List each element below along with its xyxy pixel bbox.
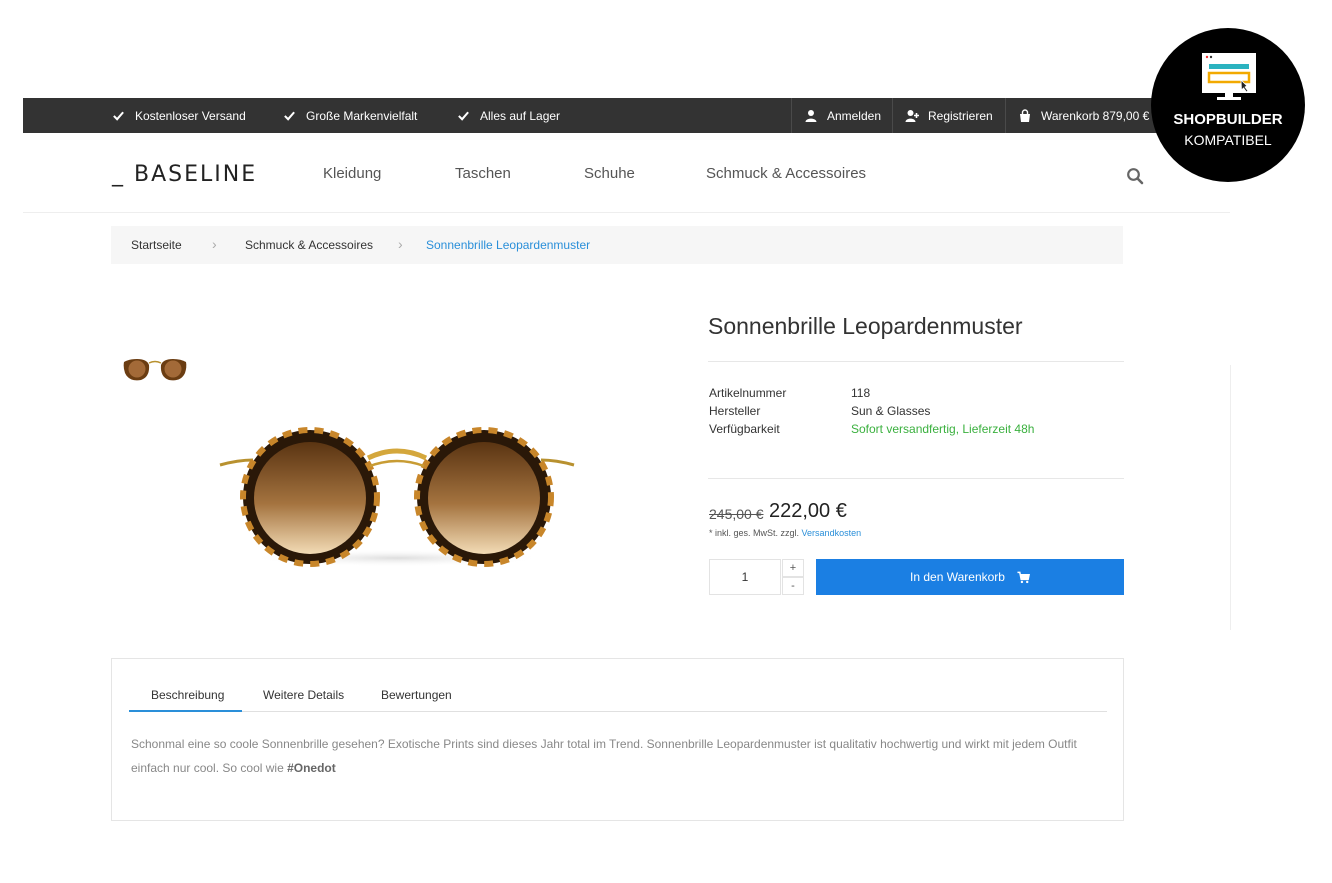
user-plus-icon xyxy=(905,109,919,122)
tax-note-text: * inkl. ges. MwSt. zzgl. xyxy=(709,528,800,538)
breadcrumb-home[interactable]: Startseite xyxy=(131,226,182,264)
add-to-cart-label: In den Warenkorb xyxy=(910,570,1005,584)
property-value: Sun & Glasses xyxy=(851,404,931,418)
login-label: Anmelden xyxy=(826,108,881,123)
shipping-costs-link[interactable]: Versandkosten xyxy=(802,528,862,538)
property-label: Artikelnummer xyxy=(709,386,787,400)
divider xyxy=(708,478,1124,479)
logo[interactable]: _ BASELINE xyxy=(112,162,257,187)
check-icon xyxy=(113,111,124,121)
product-thumbnail[interactable] xyxy=(113,335,197,397)
nav-item-schmuck-accessoires[interactable]: Schmuck & Accessoires xyxy=(706,165,866,182)
product-title: Sonnenbrille Leopardenmuster xyxy=(708,313,1023,339)
usp-free-shipping: Kostenloser Versand xyxy=(112,98,246,133)
price: 222,00 € xyxy=(769,500,847,522)
description-text: Schonmal eine so coole Sonnenbrille gese… xyxy=(131,737,1077,775)
property-label: Verfügbarkeit xyxy=(709,422,780,436)
active-tab-indicator xyxy=(129,710,242,712)
tab-weitere-details[interactable]: Weitere Details xyxy=(263,688,344,702)
breadcrumb: Startseite › Schmuck & Accessoires › Son… xyxy=(111,226,1123,264)
product-description: Schonmal eine so coole Sonnenbrille gese… xyxy=(131,732,1107,780)
property-value: 118 xyxy=(851,386,871,400)
usp-label: Alles auf Lager xyxy=(480,108,561,123)
quantity-increase-button[interactable]: + xyxy=(782,559,804,577)
tab-divider xyxy=(129,711,1107,712)
browser-window-icon xyxy=(1202,53,1256,100)
nav-item-schuhe[interactable]: Schuhe xyxy=(584,165,635,182)
cart-link[interactable]: Warenkorb 879,00 € xyxy=(1005,98,1165,133)
description-tag: #Onedot xyxy=(287,761,336,775)
user-icon xyxy=(805,109,817,122)
usp-in-stock: Alles auf Lager xyxy=(457,98,560,133)
check-icon xyxy=(458,111,469,121)
usp-label: Kostenloser Versand xyxy=(135,108,246,123)
old-price: 245,00 € xyxy=(709,506,764,522)
breadcrumb-current: Sonnenbrille Leopardenmuster xyxy=(426,238,591,252)
top-bar: Kostenloser Versand Große Markenvielfalt… xyxy=(23,98,1230,133)
cart-label: Warenkorb 879,00 € xyxy=(1041,108,1150,123)
property-label: Hersteller xyxy=(709,404,761,418)
divider xyxy=(708,361,1124,362)
usp-label: Große Markenvielfalt xyxy=(306,108,418,123)
search-icon[interactable] xyxy=(1126,167,1144,185)
tab-bewertungen[interactable]: Bewertungen xyxy=(381,688,452,702)
quantity-decrease-button[interactable]: - xyxy=(782,577,804,595)
nav-item-kleidung[interactable]: Kleidung xyxy=(323,165,381,182)
register-link[interactable]: Registrieren xyxy=(892,98,1006,133)
nav-item-taschen[interactable]: Taschen xyxy=(455,165,511,182)
check-icon xyxy=(284,111,295,121)
badge-subtitle: KOMPATIBEL xyxy=(1184,132,1272,148)
availability-value: Sofort versandfertig, Lieferzeit 48h xyxy=(851,422,1035,436)
tab-beschreibung[interactable]: Beschreibung xyxy=(151,688,224,702)
breadcrumb-category[interactable]: Schmuck & Accessoires xyxy=(245,226,373,264)
login-link[interactable]: Anmelden xyxy=(791,98,893,133)
register-label: Registrieren xyxy=(928,108,993,123)
divider xyxy=(1230,365,1231,630)
usp-brand-variety: Große Markenvielfalt xyxy=(283,98,417,133)
header-divider xyxy=(23,212,1230,213)
product-main-image[interactable] xyxy=(218,420,576,570)
chevron-right-icon: › xyxy=(398,236,403,252)
shopbuilder-badge: SHOPBUILDER KOMPATIBEL xyxy=(1151,28,1305,182)
shopping-bag-icon xyxy=(1020,108,1030,122)
chevron-right-icon: › xyxy=(212,236,217,252)
badge-title: SHOPBUILDER xyxy=(1173,111,1283,128)
quantity-input[interactable]: 1 xyxy=(709,559,781,595)
cart-icon xyxy=(1017,571,1030,583)
add-to-cart-button[interactable]: In den Warenkorb xyxy=(816,559,1124,595)
tax-note: * inkl. ges. MwSt. zzgl. Versandkosten xyxy=(709,528,861,538)
